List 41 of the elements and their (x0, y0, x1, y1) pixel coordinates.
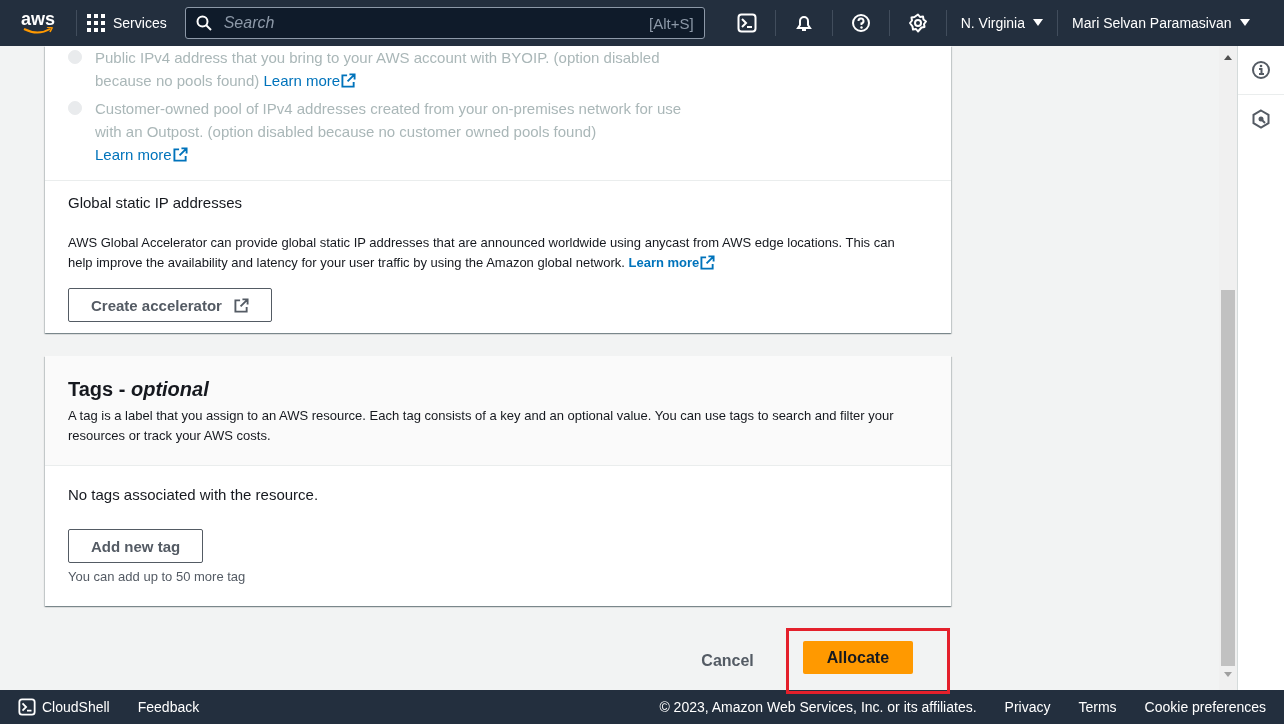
search-bar[interactable]: Search [Alt+S] (184, 7, 705, 39)
terminal-icon (18, 698, 36, 716)
cloudshell-button[interactable]: CloudShell (18, 698, 110, 716)
caret-icon (1033, 19, 1043, 27)
section-description: AWS Global Accelerator can provide global static IP addresses that are announced worldwide using anycast from AWS edge locations. This can help improve the availability and latency for your user traffic by using the Amazon global network. Learn more (68, 234, 896, 272)
shortcut-hint: [Alt+S] (649, 14, 694, 32)
account-menu[interactable]: Mari Selvan Paramasivan (1058, 10, 1256, 36)
section-title: Tags - optional (68, 377, 210, 402)
region-menu[interactable]: N. Virginia (946, 10, 1058, 36)
terminal-icon[interactable] (736, 13, 757, 33)
grid-icon (87, 14, 105, 32)
external-link-icon (172, 147, 188, 162)
external-link-icon (700, 254, 716, 270)
copyright-text: © 2023, Amazon Web Services, Inc. or its affiliates. (659, 699, 977, 715)
search-input[interactable]: Search (221, 13, 640, 33)
bell-icon[interactable] (793, 13, 814, 33)
add-tag-button[interactable]: Add new tag (68, 529, 204, 563)
create-accelerator-button[interactable]: Create accelerator (68, 288, 272, 322)
hexagon-icon[interactable] (1251, 109, 1271, 129)
search-icon (195, 15, 212, 31)
option-label: Public IPv4 address that you bring to your AWS account with BYOIP. (option disabled because no pools found) Learn more (95, 46, 685, 92)
hint-text: You can add up to 50 more tag (68, 569, 247, 584)
option-label: Customer-owned pool of IPv4 addresses created from your on-premises network for use with an Outpost. (option disabled because no customer owned pools found) Learn more (95, 97, 685, 166)
learn-more-link[interactable]: Learn more (628, 252, 716, 272)
cancel-button[interactable]: Cancel (701, 652, 754, 670)
feedback-link[interactable]: Feedback (137, 699, 200, 715)
footer-link[interactable]: Terms (1078, 699, 1117, 715)
external-link-icon (233, 297, 249, 313)
help-icon[interactable] (850, 13, 871, 33)
footer-link[interactable]: Cookie preferences (1144, 699, 1266, 715)
services-menu[interactable]: Services (76, 10, 177, 36)
allocate-button[interactable]: Allocate (802, 641, 914, 674)
external-link-icon (341, 73, 357, 88)
section-description: A tag is a label that you assign to an AWS resource. Each tag consists of a key and an optional value. You can use tags to search and filter your resources or track your AWS costs. (68, 407, 895, 445)
info-icon[interactable] (1251, 60, 1271, 80)
empty-message: No tags associated with the resource. (68, 486, 320, 503)
aws-logo[interactable]: aws (20, 11, 56, 35)
settings-icon[interactable] (907, 13, 928, 33)
footer-link[interactable]: Privacy (1004, 699, 1051, 715)
caret-icon (1239, 19, 1250, 27)
section-title: Global static IP addresses (68, 193, 243, 213)
